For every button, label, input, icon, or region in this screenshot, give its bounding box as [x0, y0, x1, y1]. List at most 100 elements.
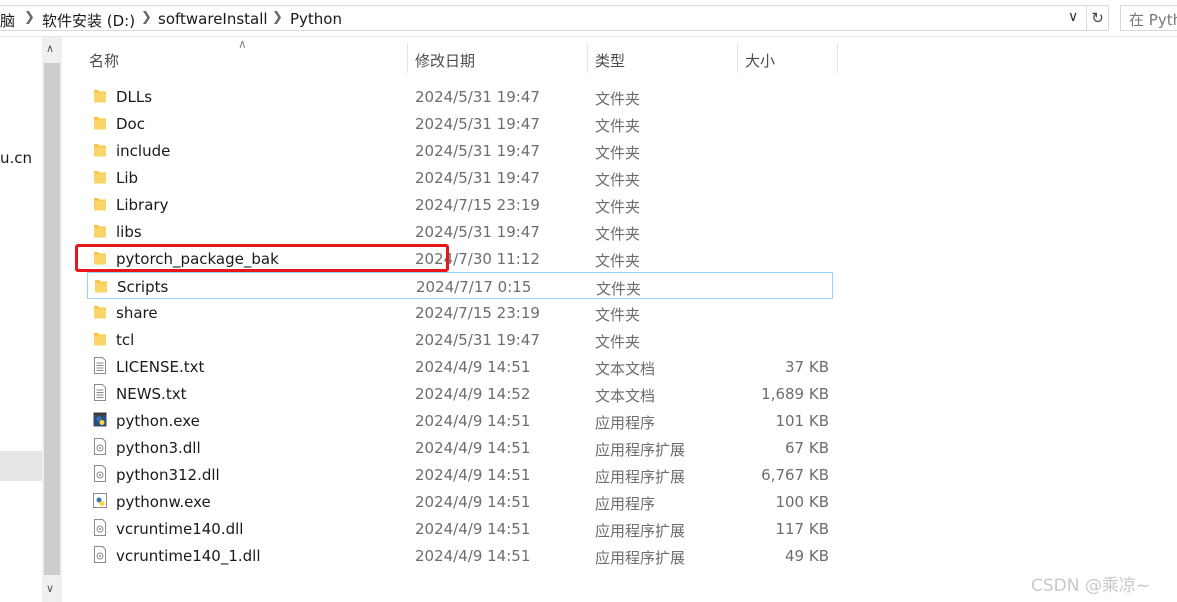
folder-icon [93, 168, 107, 185]
chevron-right-icon[interactable]: ❯ [24, 10, 35, 25]
address-bar: 脑 ❯ 软件安装 (D:) ❯ softwareInstall ❯ Python… [0, 0, 1177, 37]
folder-icon [93, 114, 107, 131]
file-type: 文件夹 [595, 144, 641, 162]
file-date: 2024/4/9 14:51 [415, 493, 531, 511]
folder-icon [93, 303, 107, 320]
file-date: 2024/4/9 14:52 [415, 385, 531, 403]
file-type: 应用程序 [595, 414, 656, 432]
file-type: 文件夹 [595, 225, 641, 243]
column-date[interactable]: 修改日期 [408, 43, 588, 73]
file-name: NEWS.txt [116, 385, 187, 403]
file-name: LICENSE.txt [116, 358, 205, 376]
folder-icon [93, 330, 107, 347]
column-size[interactable]: 大小 [738, 43, 838, 73]
file-date: 2024/7/17 0:15 [416, 278, 532, 296]
file-row[interactable]: pythonw.exe 2024/4/9 14:51 应用程序 100 KB [87, 488, 833, 515]
search-input[interactable]: 在 Pyth [1120, 5, 1177, 31]
file-row[interactable]: python3.dll 2024/4/9 14:51 应用程序扩展 67 KB [87, 434, 833, 461]
refresh-icon[interactable]: ↻ [1087, 5, 1109, 31]
file-size: 49 KB [785, 547, 829, 565]
file-type: 文件夹 [595, 90, 641, 108]
file-type: 应用程序扩展 [595, 549, 686, 567]
breadcrumb-this-pc[interactable]: 脑 [0, 10, 15, 31]
file-date: 2024/5/31 19:47 [415, 88, 540, 106]
file-size: 101 KB [775, 412, 829, 430]
breadcrumb[interactable]: 脑 ❯ 软件安装 (D:) ❯ softwareInstall ❯ Python [0, 5, 1087, 31]
text-file-icon [93, 357, 107, 374]
file-row[interactable]: DLLs 2024/5/31 19:47 文件夹 [87, 83, 833, 110]
file-row[interactable]: libs 2024/5/31 19:47 文件夹 [87, 218, 833, 245]
file-date: 2024/5/31 19:47 [415, 223, 540, 241]
column-header: ∧ 名称 修改日期 类型 大小 [62, 37, 1177, 75]
file-name: libs [116, 223, 142, 241]
file-date: 2024/4/9 14:51 [415, 412, 531, 430]
chevron-right-icon[interactable]: ❯ [141, 10, 152, 25]
file-row[interactable]: Scripts 2024/7/17 0:15 文件夹 [87, 272, 833, 299]
navigation-pane: u.cn [0, 37, 42, 602]
python-exe-icon [93, 411, 107, 428]
file-type: 应用程序扩展 [595, 468, 686, 486]
chevron-down-icon[interactable]: ∨ [46, 582, 54, 595]
folder-icon [93, 222, 107, 239]
chevron-up-icon[interactable]: ∧ [46, 42, 54, 55]
file-row[interactable]: NEWS.txt 2024/4/9 14:52 文本文档 1,689 KB [87, 380, 833, 407]
file-type: 应用程序扩展 [595, 522, 686, 540]
breadcrumb-drive-d[interactable]: 软件安装 (D:) [42, 10, 135, 31]
pythonw-exe-icon [93, 492, 107, 509]
file-date: 2024/7/15 23:19 [415, 304, 540, 322]
file-date: 2024/4/9 14:51 [415, 466, 531, 484]
file-type: 文件夹 [595, 171, 641, 189]
history-dropdown-icon[interactable]: ∨ [1068, 9, 1078, 25]
file-name: vcruntime140.dll [116, 520, 244, 538]
file-type: 文本文档 [595, 387, 656, 405]
file-row[interactable]: LICENSE.txt 2024/4/9 14:51 文本文档 37 KB [87, 353, 833, 380]
file-row[interactable]: Lib 2024/5/31 19:47 文件夹 [87, 164, 833, 191]
file-date: 2024/4/9 14:51 [415, 547, 531, 565]
breadcrumb-python[interactable]: Python [290, 10, 342, 28]
file-row[interactable]: share 2024/7/15 23:19 文件夹 [87, 299, 833, 326]
column-type[interactable]: 类型 [588, 43, 738, 73]
file-date: 2024/5/31 19:47 [415, 115, 540, 133]
chevron-right-icon[interactable]: ❯ [272, 10, 283, 25]
file-size: 6,767 KB [761, 466, 829, 484]
file-name: pythonw.exe [116, 493, 211, 511]
file-date: 2024/5/31 19:47 [415, 331, 540, 349]
file-size: 100 KB [775, 493, 829, 511]
file-date: 2024/4/9 14:51 [415, 358, 531, 376]
nav-selected-item[interactable] [0, 451, 42, 481]
file-type: 文本文档 [595, 360, 656, 378]
breadcrumb-softwareinstall[interactable]: softwareInstall [158, 10, 268, 28]
file-name: Doc [116, 115, 145, 133]
file-name: Library [116, 196, 169, 214]
file-row[interactable]: Library 2024/7/15 23:19 文件夹 [87, 191, 833, 218]
nav-scrollbar[interactable]: ∧ ∨ [42, 37, 62, 602]
file-row[interactable]: python.exe 2024/4/9 14:51 应用程序 101 KB [87, 407, 833, 434]
dll-icon [93, 546, 107, 563]
file-type: 文件夹 [595, 252, 641, 270]
file-row[interactable]: include 2024/5/31 19:47 文件夹 [87, 137, 833, 164]
file-name: share [116, 304, 158, 322]
column-name[interactable]: 名称 [82, 43, 408, 73]
file-row[interactable]: vcruntime140_1.dll 2024/4/9 14:51 应用程序扩展 49… [87, 542, 833, 569]
text-file-icon [93, 384, 107, 401]
file-type: 应用程序 [595, 495, 656, 513]
file-name: DLLs [116, 88, 153, 106]
file-name: vcruntime140_1.dll [116, 547, 261, 565]
file-row[interactable]: vcruntime140.dll 2024/4/9 14:51 应用程序扩展 117 … [87, 515, 833, 542]
file-type: 文件夹 [595, 198, 641, 216]
file-type: 文件夹 [595, 117, 641, 135]
file-name: include [116, 142, 171, 160]
folder-icon [94, 277, 108, 294]
file-name: python312.dll [116, 466, 220, 484]
file-date: 2024/5/31 19:47 [415, 142, 540, 160]
scrollbar-thumb[interactable] [44, 63, 60, 575]
file-row[interactable]: tcl 2024/5/31 19:47 文件夹 [87, 326, 833, 353]
nav-item-fragment[interactable]: u.cn [0, 149, 32, 167]
file-type: 应用程序扩展 [595, 441, 686, 459]
file-type: 文件夹 [596, 280, 642, 298]
folder-icon [93, 141, 107, 158]
file-name: Lib [116, 169, 139, 187]
file-date: 2024/5/31 19:47 [415, 169, 540, 187]
file-row[interactable]: python312.dll 2024/4/9 14:51 应用程序扩展 6,767 K… [87, 461, 833, 488]
file-row[interactable]: Doc 2024/5/31 19:47 文件夹 [87, 110, 833, 137]
